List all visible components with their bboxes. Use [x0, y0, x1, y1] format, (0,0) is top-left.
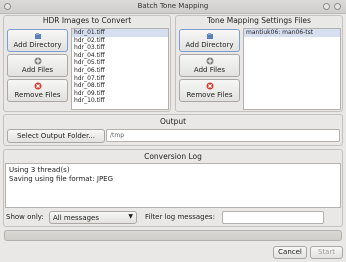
remove-icon [206, 82, 213, 90]
batch-tone-mapping-window: Batch Tone Mapping HDR Images to Convert… [0, 0, 346, 262]
select-output-folder-button[interactable]: Select Output Folder... [7, 129, 105, 143]
list-item[interactable]: hdr_09.tiff [72, 90, 168, 98]
conversion-log-title: Conversion Log [144, 152, 202, 161]
tm-panel-title: Tone Mapping Settings Files [207, 16, 311, 25]
list-item[interactable]: hdr_02.tiff [72, 37, 168, 45]
list-item[interactable]: hdr_08.tiff [72, 82, 168, 90]
tm-add-directory-label: Add Directory [185, 41, 234, 49]
list-item[interactable]: hdr_07.tiff [72, 75, 168, 83]
hdr-add-files-label: Add Files [21, 66, 54, 74]
hdr-add-directory-button[interactable]: Add Directory [7, 29, 68, 52]
plus-icon [206, 57, 213, 65]
close-icon[interactable] [334, 3, 341, 10]
cancel-button[interactable]: Cancel [273, 246, 307, 259]
minimize-icon[interactable] [323, 3, 330, 10]
log-line: Using 3 thread(s) [9, 166, 70, 174]
list-item[interactable]: hdr_06.tiff [72, 67, 168, 75]
filter-log-input[interactable] [222, 211, 324, 224]
progress-bar [4, 230, 342, 241]
conversion-log-panel: Conversion Log Using 3 thread(s) Saving … [3, 149, 343, 227]
hdr-add-directory-label: Add Directory [13, 41, 62, 49]
hdr-images-panel: HDR Images to Convert Add Directory Add … [3, 15, 171, 112]
hdr-files-list[interactable]: hdr_01.tiff hdr_02.tiff hdr_03.tiff hdr_… [71, 28, 169, 110]
list-item[interactable]: hdr_05.tiff [72, 59, 168, 67]
plus-icon [34, 57, 41, 65]
output-title: Output [159, 117, 187, 126]
list-item[interactable]: hdr_01.tiff [72, 29, 168, 37]
start-button[interactable]: Start [310, 246, 343, 259]
hdr-add-files-button[interactable]: Add Files [7, 54, 68, 77]
show-only-dropdown[interactable]: All messages ▼ [49, 211, 137, 224]
tm-remove-files-button[interactable]: Remove Files [179, 79, 240, 102]
conversion-log-text[interactable]: Using 3 thread(s) Saving using file form… [5, 163, 341, 208]
show-only-value: All messages [53, 214, 100, 222]
folder-icon [34, 33, 41, 39]
log-line: Saving using file format: JPEG [9, 175, 114, 183]
output-path-field[interactable]: /tmp [106, 129, 340, 142]
tm-add-files-label: Add Files [193, 66, 226, 74]
cancel-label: Cancel [278, 248, 302, 256]
tm-files-list[interactable]: mantiuk06: man06-tst [243, 28, 341, 110]
window-title: Batch Tone Mapping [137, 2, 209, 10]
hdr-remove-files-button[interactable]: Remove Files [7, 79, 68, 102]
list-item[interactable]: hdr_03.tiff [72, 44, 168, 52]
hdr-panel-title: HDR Images to Convert [42, 16, 132, 25]
filter-log-label: Filter log messages: [145, 213, 215, 221]
tm-remove-files-label: Remove Files [186, 91, 233, 99]
tone-mapping-settings-panel: Tone Mapping Settings Files Add Director… [175, 15, 343, 112]
select-output-folder-label: Select Output Folder... [16, 132, 96, 140]
tm-add-files-button[interactable]: Add Files [179, 54, 240, 77]
list-item[interactable]: hdr_10.tiff [72, 97, 168, 105]
folder-icon [206, 33, 213, 39]
title-bar[interactable]: Batch Tone Mapping [0, 0, 346, 14]
list-item[interactable]: mantiuk06: man06-tst [244, 29, 340, 37]
chevron-down-icon: ▼ [128, 213, 133, 220]
list-item[interactable]: hdr_04.tiff [72, 52, 168, 60]
show-only-label: Show only: [6, 213, 44, 221]
output-panel: Output Select Output Folder... /tmp [3, 114, 343, 146]
hdr-remove-files-label: Remove Files [14, 91, 61, 99]
tm-add-directory-button[interactable]: Add Directory [179, 29, 240, 52]
remove-icon [34, 82, 41, 90]
start-label: Start [317, 248, 336, 256]
